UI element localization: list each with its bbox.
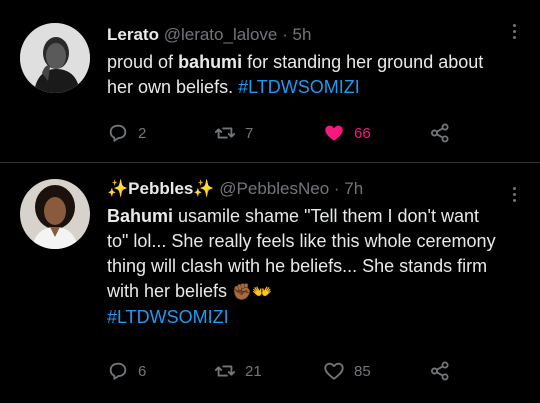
like-count: 85 (354, 362, 371, 380)
tweet-text: proud of bahumi for standing her ground … (107, 50, 502, 100)
reply-icon (109, 124, 127, 142)
like-button[interactable]: 66 (323, 121, 371, 145)
reply-icon (109, 362, 127, 380)
reply-button[interactable]: 6 (107, 359, 146, 383)
like-button[interactable]: 85 (323, 359, 371, 383)
tweet[interactable]: Lerato @lerato_lalove · 5h proud of bahu… (0, 0, 540, 163)
hashtag-link[interactable]: #LTDWSOMIZI (238, 77, 360, 97)
bold-word: bahumi (178, 52, 243, 72)
retweet-button[interactable]: 21 (214, 359, 262, 383)
tweet[interactable]: ✨Pebbles✨ @PebblesNeo · 7h Bahumi usamil… (0, 163, 540, 403)
separator-dot: · (333, 179, 340, 198)
timestamp[interactable]: 5h (293, 25, 312, 44)
open-hands-emoji-icon: 👐 (251, 284, 272, 301)
like-count: 66 (354, 124, 371, 142)
share-button[interactable] (429, 121, 460, 145)
bold-word: Bahumi (107, 206, 174, 226)
heart-icon (324, 362, 344, 380)
retweet-count: 7 (245, 124, 254, 142)
share-icon (431, 123, 449, 143)
display-name[interactable]: ✨Pebbles✨ (107, 179, 215, 198)
share-icon (431, 361, 449, 381)
handle[interactable]: @PebblesNeo (219, 179, 329, 198)
reply-button[interactable]: 2 (107, 121, 146, 145)
hashtag-link[interactable]: #LTDWSOMIZI (107, 307, 229, 327)
separator-dot: · (282, 25, 288, 44)
text-part: proud of (107, 52, 179, 72)
tweet-actions: 2 7 66 (107, 121, 507, 145)
retweet-count: 21 (245, 362, 262, 380)
tweet-body: Lerato @lerato_lalove · 5h proud of bahu… (107, 24, 502, 100)
display-name[interactable]: Lerato (107, 25, 159, 44)
retweet-icon (214, 127, 236, 139)
raised-fist-emoji-icon: ✊🏾 (232, 284, 252, 301)
timeline: Lerato @lerato_lalove · 5h proud of bahu… (0, 0, 540, 403)
reply-count: 6 (138, 362, 147, 380)
tweet-text: Bahumi usamile shame "Tell them I don't … (107, 204, 502, 330)
avatar[interactable] (20, 179, 90, 249)
more-options-icon[interactable] (512, 187, 518, 205)
share-button[interactable] (429, 359, 460, 383)
tweet-header: ✨Pebbles✨ @PebblesNeo · 7h (107, 178, 502, 200)
retweet-icon (214, 365, 236, 377)
timestamp[interactable]: 7h (344, 179, 363, 198)
retweet-button[interactable]: 7 (214, 121, 253, 145)
handle[interactable]: @lerato_lalove (164, 25, 278, 44)
more-options-icon[interactable] (512, 24, 518, 42)
tweet-actions: 6 21 85 (107, 359, 507, 383)
reply-count: 2 (138, 124, 147, 142)
tweet-header: Lerato @lerato_lalove · 5h (107, 24, 502, 46)
heart-filled-icon (325, 125, 343, 141)
avatar[interactable] (20, 23, 90, 93)
tweet-body: ✨Pebbles✨ @PebblesNeo · 7h Bahumi usamil… (107, 178, 502, 330)
